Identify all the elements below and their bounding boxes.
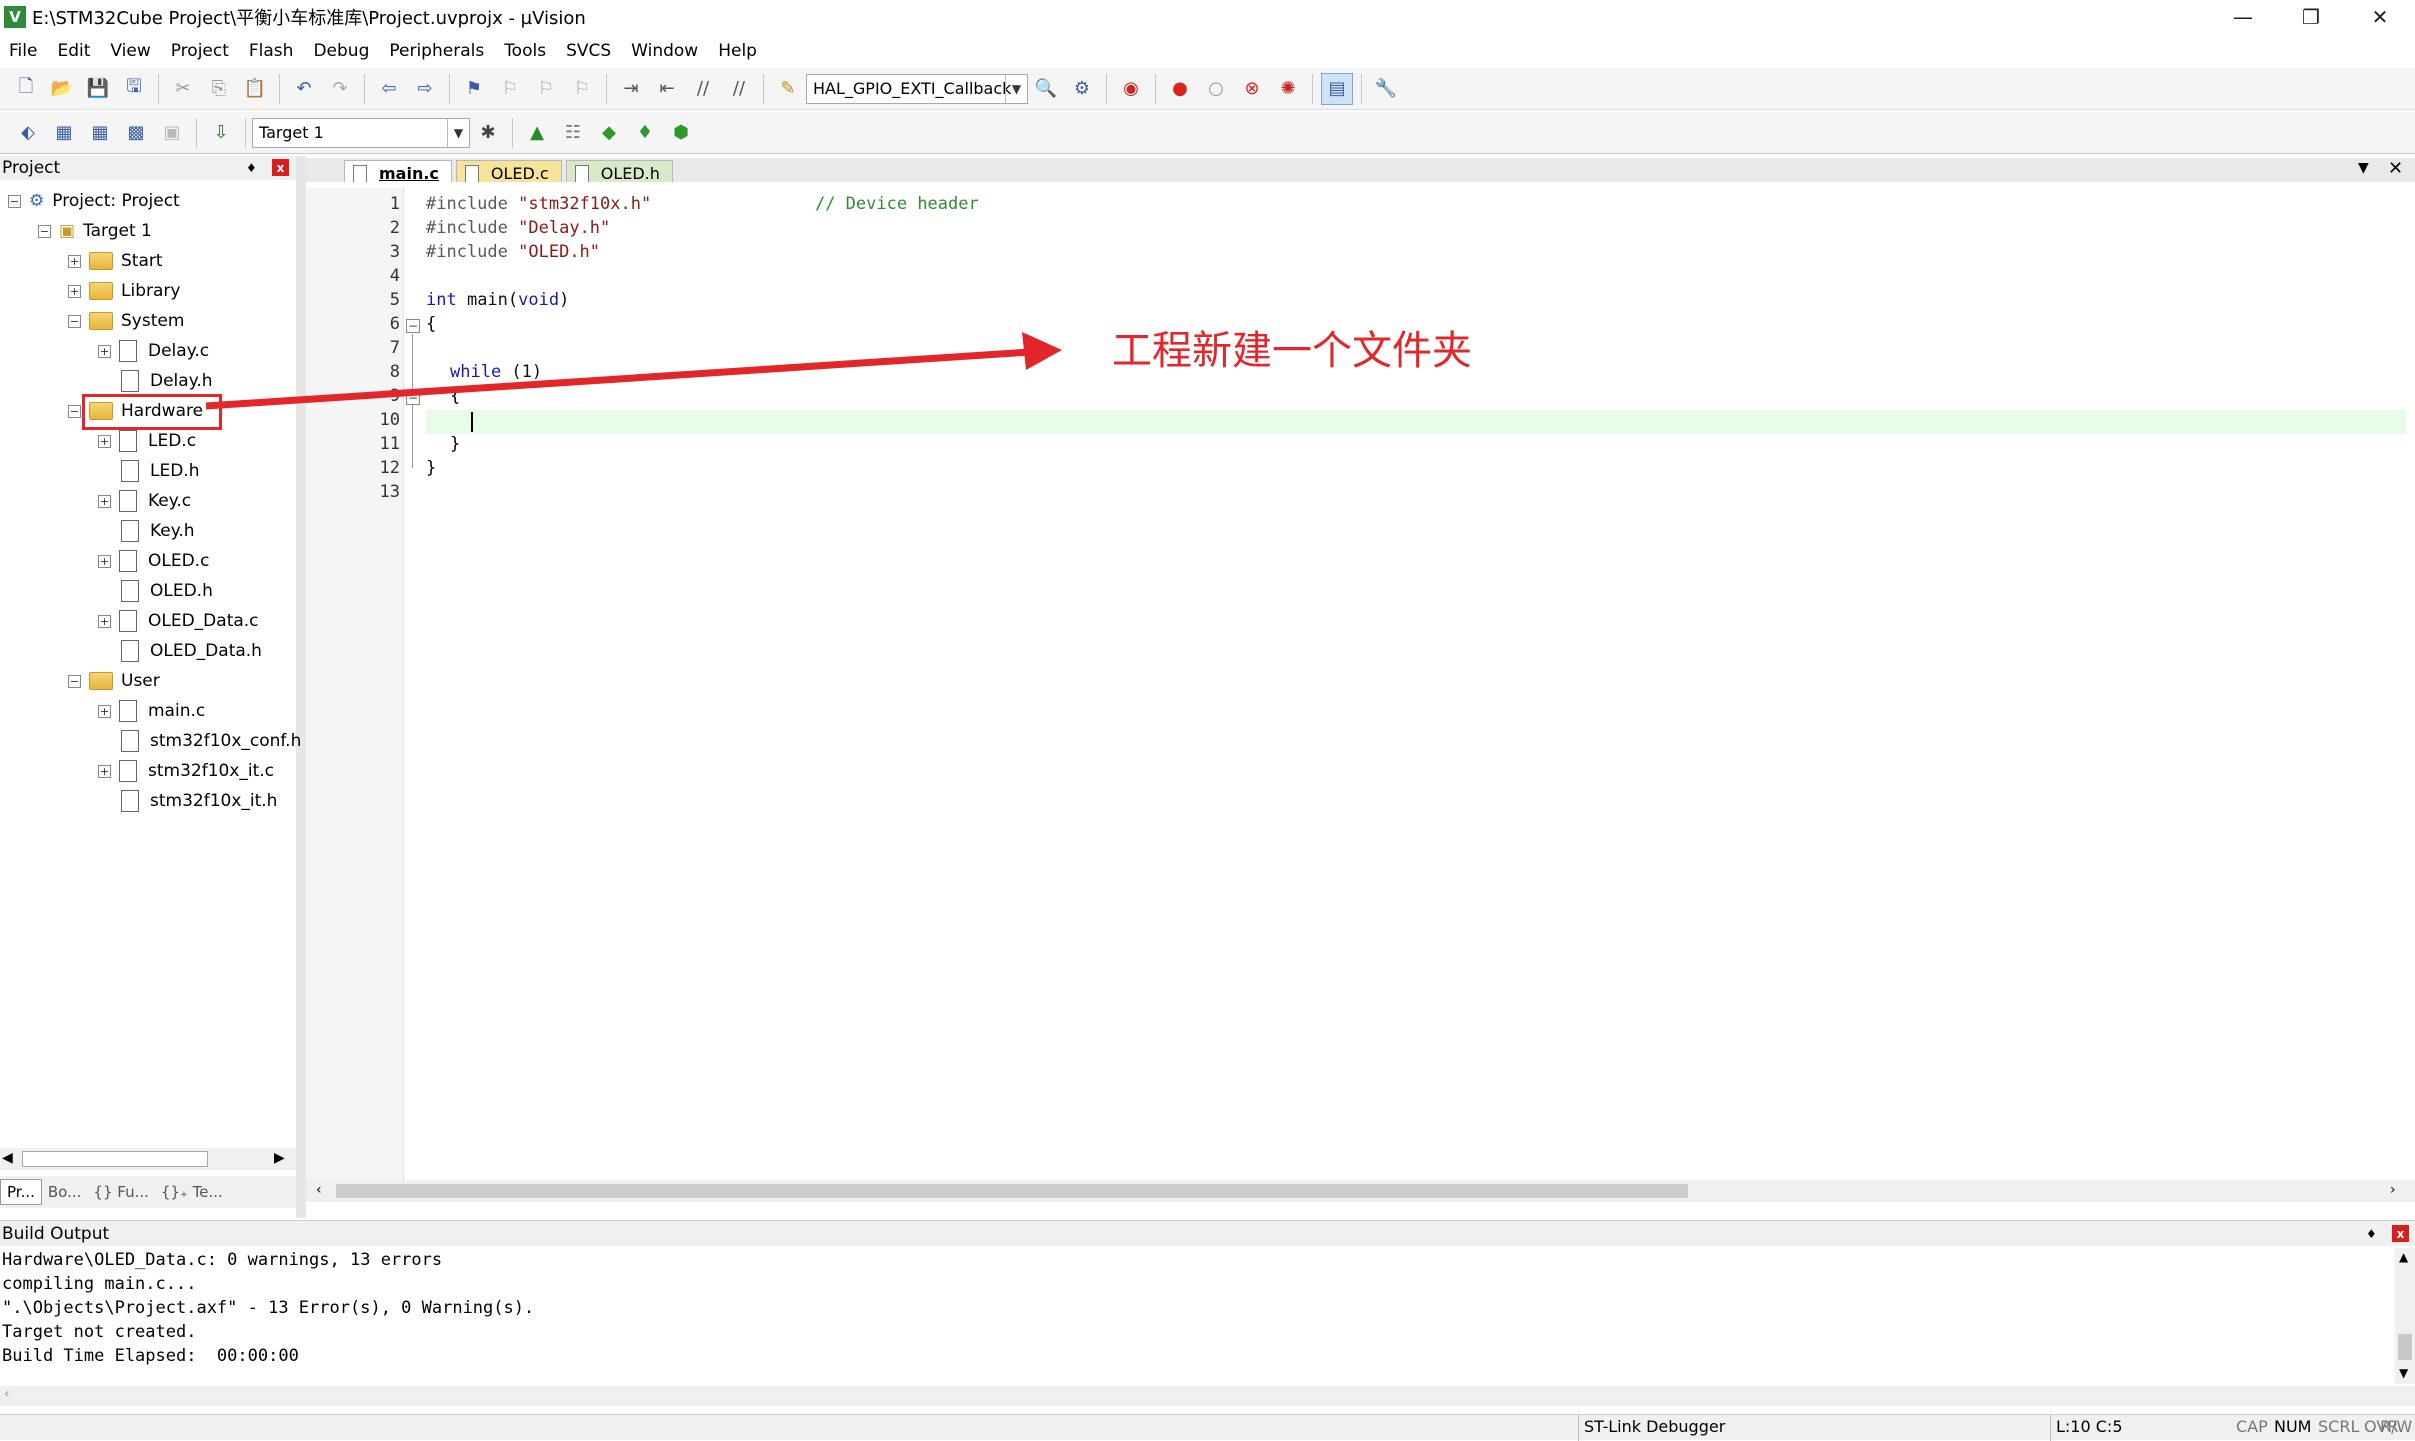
build-line: Hardware\OLED_Data.c: 0 warnings, 13 err… <box>2 1250 443 1270</box>
status-divider <box>1578 1415 1579 1441</box>
num-indicator: NUM <box>2274 1417 2312 1436</box>
build-output-text[interactable]: Hardware\OLED_Data.c: 0 warnings, 13 err… <box>0 1248 2395 1384</box>
build-output-title: Build Output <box>2 1223 110 1244</box>
close-panel-icon[interactable]: x <box>2392 1225 2409 1242</box>
scroll-thumb[interactable] <box>336 1184 1688 1198</box>
build-line: Build Time Elapsed: 00:00:00 <box>2 1346 299 1366</box>
status-divider <box>2050 1415 2051 1441</box>
scroll-lock-indicator: SCRL <box>2318 1417 2360 1436</box>
cursor-position: L:10 C:5 <box>2056 1417 2123 1436</box>
scroll-left-icon[interactable]: ‹ <box>4 1386 10 1402</box>
build-vscrollbar[interactable]: ▲ ▼ <box>2395 1248 2415 1384</box>
annotation-text: 工程新建一个文件夹 <box>1112 328 1472 374</box>
scroll-down-icon[interactable]: ▼ <box>2399 1366 2408 1380</box>
debugger-status: ST-Link Debugger <box>1584 1417 1726 1436</box>
status-bar: ST-Link Debugger L:10 C:5 CAP NUM SCRL O… <box>0 1414 2415 1441</box>
arrowhead <box>1022 332 1062 370</box>
pin-icon[interactable]: ♦ <box>2366 1227 2377 1241</box>
build-output-header: Build Output ♦ x <box>0 1220 2415 1246</box>
scroll-left-icon[interactable]: ‹ <box>316 1182 322 1198</box>
build-hscrollbar[interactable]: ‹ <box>0 1386 2415 1406</box>
build-line: Target not created. <box>2 1322 197 1342</box>
scroll-up-icon[interactable]: ▲ <box>2399 1250 2408 1264</box>
readwrite-indicator: R/W <box>2380 1417 2413 1436</box>
caps-indicator: CAP <box>2236 1417 2268 1436</box>
build-line: compiling main.c... <box>2 1274 197 1294</box>
scroll-right-icon[interactable]: › <box>2390 1182 2396 1198</box>
editor-hscrollbar[interactable]: ‹ › <box>306 1180 2415 1202</box>
scroll-thumb[interactable] <box>2398 1334 2412 1360</box>
build-line: ".\Objects\Project.axf" - 13 Error(s), 0… <box>2 1298 535 1318</box>
arrow-shaft <box>205 348 1031 410</box>
